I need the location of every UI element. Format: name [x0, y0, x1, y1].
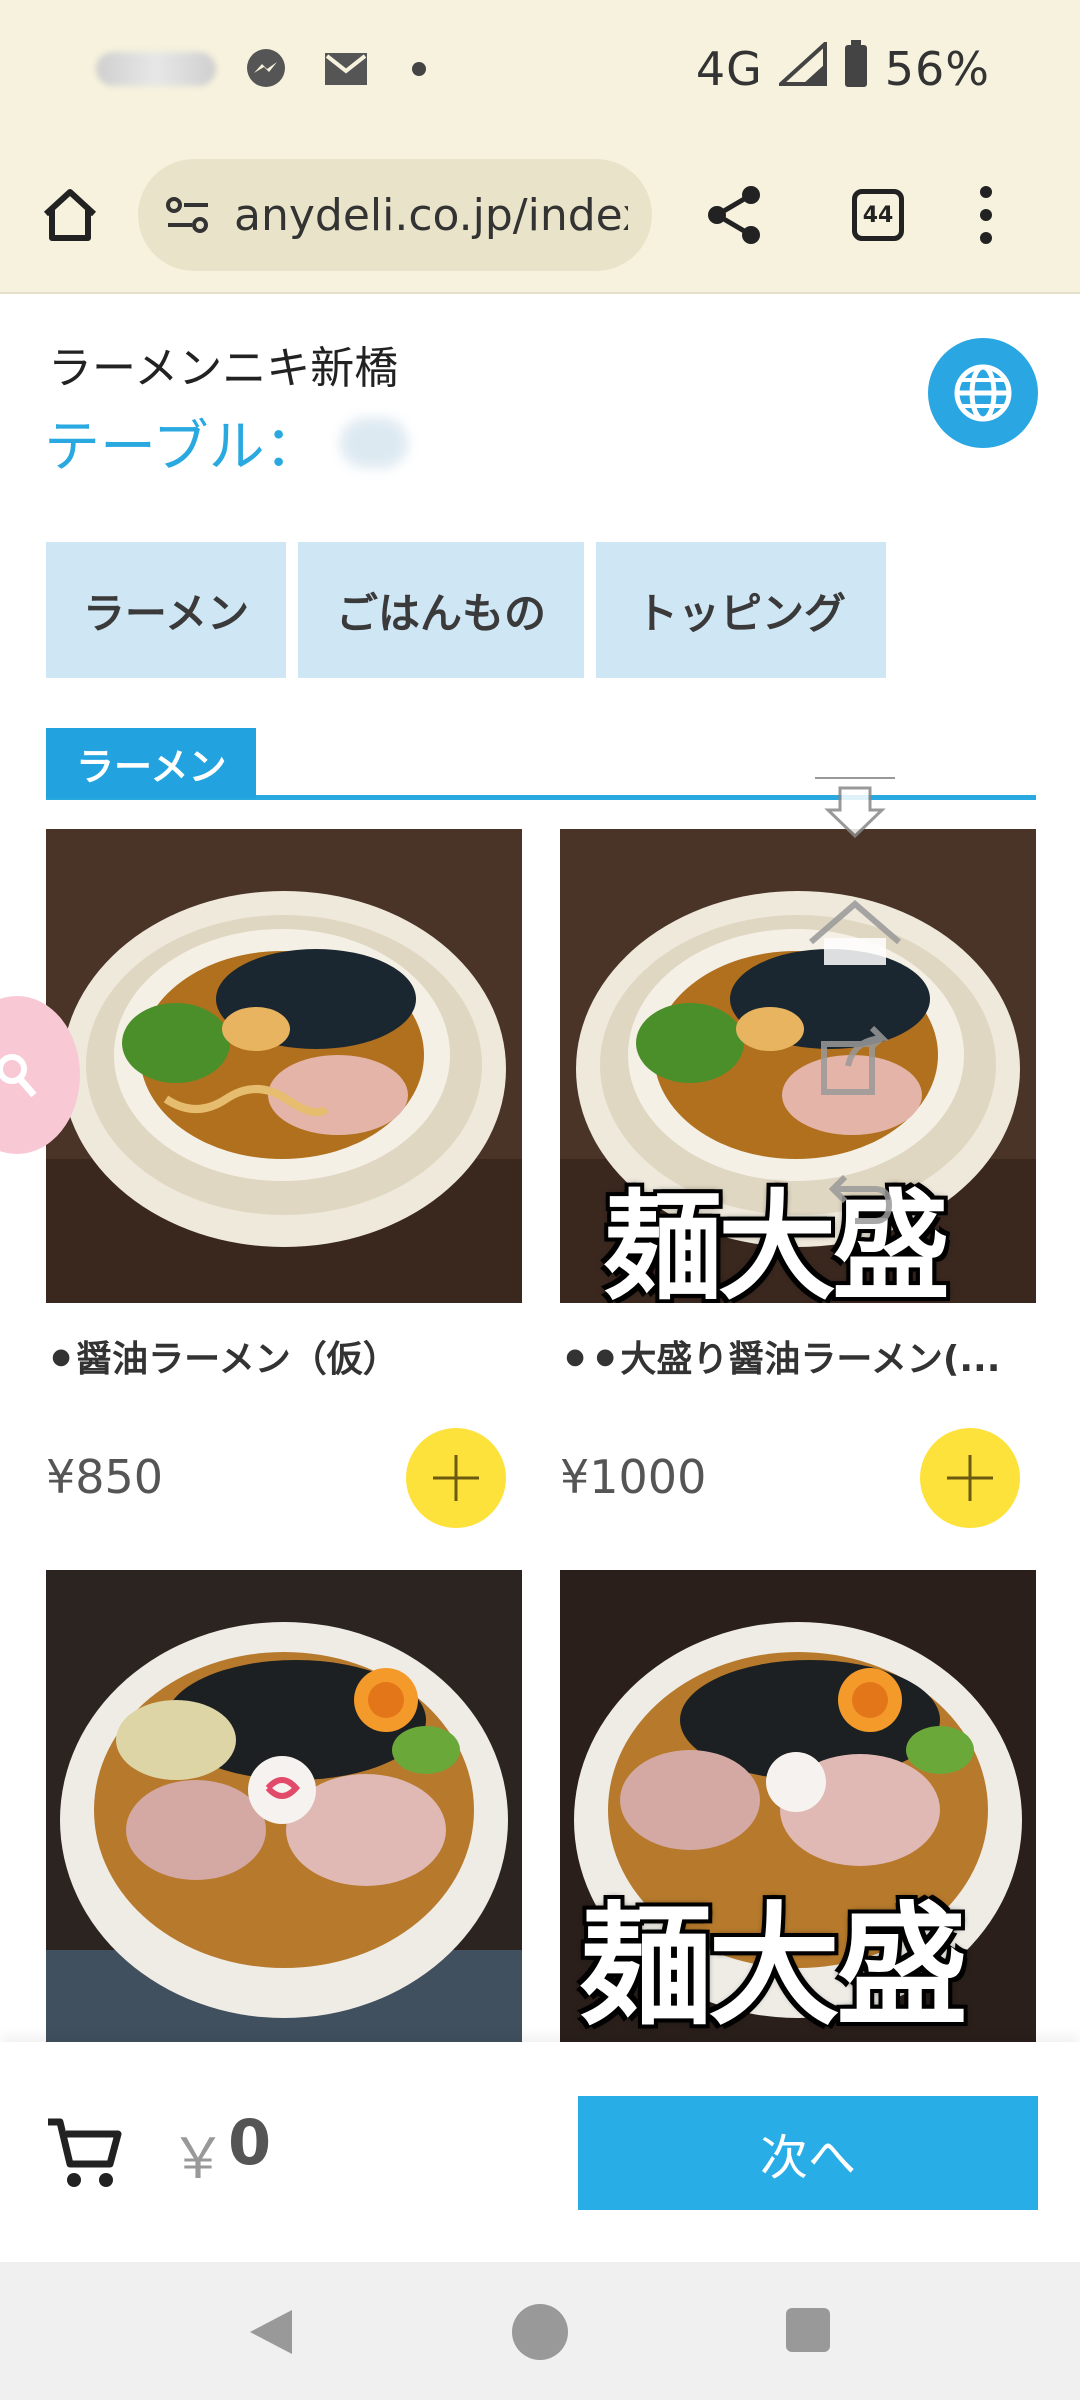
address-bar[interactable]: anydeli.co.jp/index.: [138, 159, 652, 271]
menu-item-image[interactable]: 麺大盛: [560, 829, 1036, 1303]
menu-item-price: ¥1000: [560, 1450, 707, 1504]
search-icon: [0, 1054, 37, 1098]
status-bar: 4G 56%: [0, 0, 1080, 138]
share-gesture-icon[interactable]: [800, 1016, 910, 1106]
undo-gesture-icon[interactable]: [800, 1154, 910, 1244]
menu-item-image[interactable]: 麺大盛: [560, 1570, 1036, 2042]
home-gesture-icon[interactable]: [800, 888, 910, 978]
menu-item-name: ⚫⚫大盛り醤油ラーメン(...: [560, 1339, 1001, 1380]
cart-icon[interactable]: [44, 2114, 124, 2194]
menu-item-badge: 麺大盛: [580, 1890, 968, 2042]
next-button[interactable]: 次へ: [578, 2096, 1038, 2210]
language-button[interactable]: [928, 338, 1038, 448]
table-label: テーブル：: [44, 415, 321, 480]
add-to-cart-button[interactable]: [406, 1428, 506, 1528]
mail-icon: [320, 43, 372, 95]
recents-icon[interactable]: [786, 2308, 830, 2352]
site-settings-icon[interactable]: [162, 189, 214, 241]
menu-item-image[interactable]: [46, 1570, 522, 2042]
overflow-menu-button[interactable]: [966, 175, 1006, 255]
plus-icon: [433, 1455, 479, 1501]
tab-count: 44: [862, 202, 894, 228]
menu-item-price: ¥850: [46, 1450, 164, 1504]
store-name: ラーメンニキ新橋: [48, 343, 399, 394]
system-navigation-bar: [0, 2262, 1080, 2400]
share-button[interactable]: [694, 175, 774, 255]
globe-icon: [954, 364, 1012, 422]
category-tab-topping[interactable]: トッピング: [596, 542, 886, 678]
back-icon[interactable]: [246, 2306, 296, 2358]
category-tab-rice[interactable]: ごはんもの: [298, 542, 584, 678]
time-blurred: [96, 52, 216, 86]
category-tab-ramen[interactable]: ラーメン: [46, 542, 286, 678]
screen: 4G 56% anydeli.co.jp/index. 44 ラーメンニキ新橋 …: [0, 0, 1080, 2400]
section-title: ラーメン: [46, 728, 257, 798]
battery-icon: [843, 39, 869, 99]
browser-home-button[interactable]: [30, 175, 110, 255]
battery-percent: 56%: [884, 42, 990, 96]
messenger-icon: [240, 43, 292, 95]
table-number-blurred: [340, 418, 408, 468]
menu-item-image[interactable]: [46, 829, 522, 1303]
home-icon[interactable]: [512, 2304, 568, 2360]
network-label: 4G: [695, 42, 763, 96]
menu-item-name: ⚫醤油ラーメン（仮）: [46, 1339, 399, 1380]
currency-symbol: ￥: [170, 2127, 226, 2192]
tab-switcher-button[interactable]: 44: [852, 189, 904, 241]
browser-toolbar: anydeli.co.jp/index. 44: [0, 138, 1080, 294]
cart-bar: ￥ 0 次へ: [0, 2042, 1080, 2262]
plus-icon: [947, 1455, 993, 1501]
signal-icon: [775, 38, 827, 97]
url-text: anydeli.co.jp/index.: [234, 189, 628, 241]
scroll-to-bottom-icon[interactable]: [800, 762, 910, 852]
add-to-cart-button[interactable]: [920, 1428, 1020, 1528]
cart-total: 0: [228, 2106, 272, 2179]
dot-icon: [412, 62, 426, 76]
